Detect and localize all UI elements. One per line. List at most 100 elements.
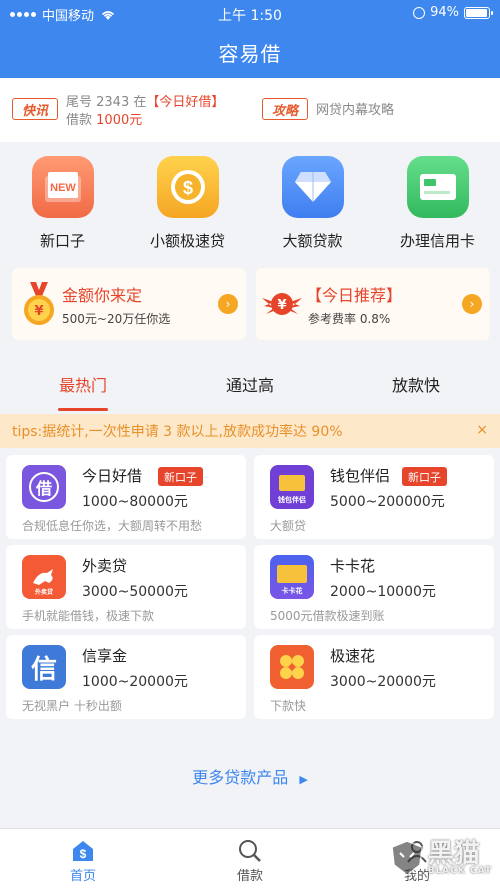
svg-text:¥: ¥	[34, 304, 43, 319]
tab-fast-payout[interactable]: 放款快	[356, 372, 476, 396]
quick-item-label: 大额贷款	[282, 232, 343, 250]
product-card[interactable]: 卡卡花 卡卡花 2000~10000元 5000元借款极速到账	[254, 545, 494, 629]
active-tab-indicator	[58, 408, 108, 411]
flash-news-item[interactable]: 尾号 2343 在【今日好借】 借款 1000元	[66, 94, 224, 130]
tips-banner: tips:据统计,一次性申请 3 款以上,放款成功率达 90% ×	[0, 414, 500, 448]
home-dollar-icon: $	[43, 837, 123, 865]
play-arrow-icon: ▶	[299, 773, 308, 786]
product-logo: 钱包伴侣	[270, 465, 314, 509]
product-desc: 无视黑户 十秒出额	[22, 699, 122, 713]
product-range: 2000~10000元	[330, 584, 436, 600]
product-logo-text: 信	[30, 654, 57, 685]
more-products-link[interactable]: 更多贷款产品 ▶	[0, 764, 500, 788]
product-desc: 下款快	[270, 699, 307, 713]
top-bar: 中国移动 上午 1:50 94% 容易借	[0, 0, 500, 78]
product-desc: 大额贷	[270, 519, 307, 533]
quick-item-credit-card[interactable]: 办理信用卡	[375, 156, 500, 251]
promo-subtitle: 参考费率 0.8%	[308, 312, 391, 326]
promo-amount-card[interactable]: ¥ 金额你来定 500元~20万任你选 ›	[12, 268, 246, 340]
coin-icon: $	[156, 156, 219, 218]
product-name: 极速花	[330, 647, 376, 665]
nav-loan[interactable]: 借款	[210, 837, 290, 884]
product-desc: 合规低息任你选，大额周转不用愁	[22, 519, 203, 533]
product-card[interactable]: 极速花 3000~20000元 下款快	[254, 635, 494, 719]
product-logo: 卡卡花	[270, 555, 314, 599]
category-tabs: 最热门 通过高 放款快	[0, 352, 500, 412]
battery-icon	[464, 6, 493, 19]
product-name: 信享金	[82, 647, 128, 665]
search-icon	[210, 837, 290, 865]
close-icon[interactable]: ×	[476, 422, 488, 438]
news-line2-a: 借款	[66, 113, 93, 128]
quick-item-new[interactable]: NEW 新口子	[0, 156, 125, 251]
page-title: 容易借	[218, 42, 282, 66]
flying-coin-icon: ¥	[262, 293, 302, 315]
promo-recommend-card[interactable]: ¥ 【今日推荐】 参考费率 0.8% ›	[256, 268, 490, 340]
tab-high-approval[interactable]: 通过高	[190, 372, 310, 396]
product-range: 3000~50000元	[82, 584, 188, 600]
product-logo-text: 钱包伴侣	[278, 496, 306, 504]
product-name: 外卖贷	[82, 557, 128, 575]
watermark-text: 黑猫	[427, 838, 480, 869]
quick-item-label: 办理信用卡	[399, 232, 475, 250]
quick-item-small-loan[interactable]: $ 小额极速贷	[125, 156, 250, 251]
card-icon	[277, 565, 307, 583]
svg-text:$: $	[182, 178, 192, 198]
flash-news-tag: 快讯	[12, 98, 58, 120]
more-products-label: 更多贷款产品	[192, 768, 289, 787]
quick-category-grid: NEW 新口子 $ 小额极速贷 大额贷款 办理信用卡	[0, 142, 500, 257]
nav-label: 首页	[69, 869, 96, 884]
product-logo: 外卖贷	[22, 555, 66, 599]
guide-link[interactable]: 网贷内幕攻略	[316, 102, 394, 120]
product-logo: 信	[22, 645, 66, 689]
product-card[interactable]: 借 今日好借 新口子 1000~80000元 合规低息任你选，大额周转不用愁	[6, 455, 246, 539]
product-name: 今日好借	[82, 467, 143, 485]
svg-text:NEW: NEW	[50, 182, 76, 194]
product-range: 1000~20000元	[82, 674, 188, 690]
chevron-right-icon: ›	[218, 294, 238, 314]
product-logo-text: 外卖贷	[34, 589, 53, 596]
product-desc: 手机就能借钱，极速下款	[22, 609, 155, 623]
product-logo: 借	[22, 465, 66, 509]
clover-coin-icon	[280, 655, 304, 679]
promo-title: 【今日推荐】	[306, 286, 403, 305]
guide-tag: 攻略	[262, 98, 308, 120]
kangaroo-icon	[33, 569, 53, 585]
tips-text: tips:据统计,一次性申请 3 款以上,放款成功率达 90%	[12, 424, 343, 440]
product-badge: 新口子	[158, 467, 203, 486]
product-logo	[270, 645, 314, 689]
wallet-icon	[279, 475, 305, 491]
product-name: 卡卡花	[330, 557, 376, 575]
nav-label: 借款	[236, 869, 263, 884]
product-logo-text: 借	[29, 472, 59, 502]
svg-text:¥: ¥	[277, 298, 286, 313]
product-name: 钱包伴侣	[330, 467, 391, 485]
news-line2-b: 1000元	[96, 113, 143, 128]
news-line1-b: 【今日好借】	[146, 95, 225, 110]
quick-item-large-loan[interactable]: 大额贷款	[250, 156, 375, 251]
promo-title: 金额你来定	[62, 286, 143, 305]
quick-item-label: 小额极速贷	[149, 232, 225, 250]
nav-home[interactable]: $ 首页	[43, 837, 123, 884]
new-folder-icon: NEW	[31, 156, 94, 218]
product-card[interactable]: 信 信享金 1000~20000元 无视黑户 十秒出额	[6, 635, 246, 719]
product-logo-text: 卡卡花	[281, 587, 303, 595]
news-strip: 快讯 尾号 2343 在【今日好借】 借款 1000元 攻略 网贷内幕攻略	[0, 78, 500, 142]
rotation-lock-icon	[413, 6, 426, 19]
product-range: 3000~20000元	[330, 674, 436, 690]
news-line1-a: 尾号 2343 在	[66, 95, 147, 110]
chevron-right-icon: ›	[462, 294, 482, 314]
quick-item-label: 新口子	[39, 232, 85, 250]
diamond-icon	[281, 156, 344, 218]
tab-hottest[interactable]: 最热门	[23, 372, 143, 396]
battery-fill	[466, 8, 487, 17]
product-range: 1000~80000元	[82, 494, 188, 510]
product-card[interactable]: 外卖贷 外卖贷 3000~50000元 手机就能借钱，极速下款	[6, 545, 246, 629]
status-right: 94%	[413, 5, 493, 20]
medal-icon: ¥	[24, 282, 54, 325]
product-badge: 新口子	[402, 467, 447, 486]
watermark-logo: 黑猫 BLACK CAT	[390, 839, 492, 877]
status-bar: 中国移动 上午 1:50 94%	[0, 0, 500, 26]
product-card[interactable]: 钱包伴侣 钱包伴侣 新口子 5000~200000元 大额贷	[254, 455, 494, 539]
svg-text:$: $	[80, 847, 87, 861]
